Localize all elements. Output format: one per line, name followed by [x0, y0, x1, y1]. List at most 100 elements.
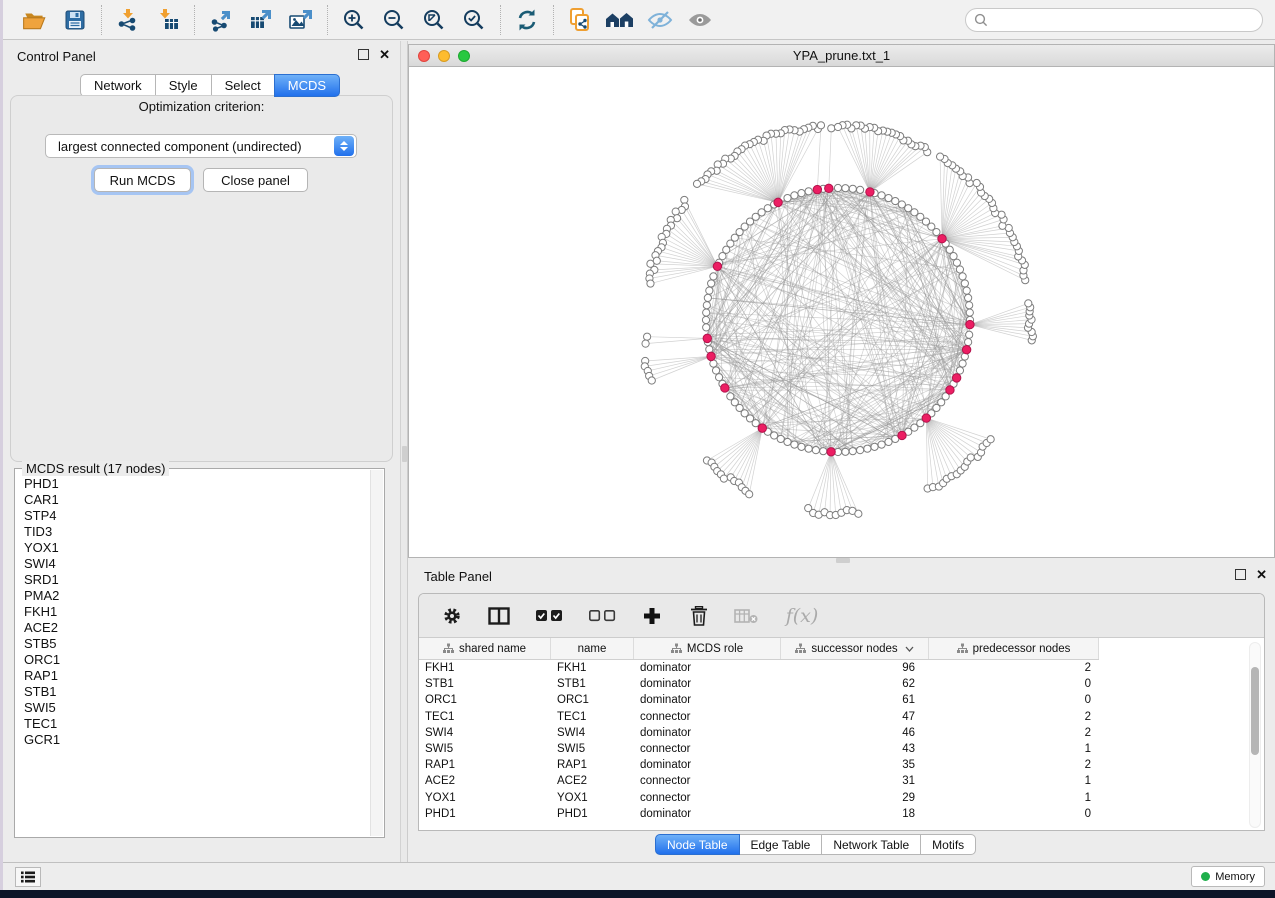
mcds-result-item[interactable]: SWI5: [16, 699, 369, 715]
graph-leaf-node[interactable]: [855, 510, 862, 517]
deselect-all-checkboxes-icon[interactable]: [586, 603, 618, 629]
graph-ring-node[interactable]: [703, 324, 710, 331]
close-panel-icon[interactable]: ✕: [1256, 569, 1267, 580]
graph-ring-node[interactable]: [805, 445, 812, 452]
graph-ring-node[interactable]: [771, 432, 778, 439]
graph-ring-node[interactable]: [798, 443, 805, 450]
graph-ring-node[interactable]: [719, 253, 726, 260]
graph-ring-node[interactable]: [820, 448, 827, 455]
graph-ring-node[interactable]: [703, 302, 710, 309]
table-row[interactable]: SWI4SWI4dominator462: [419, 725, 1264, 741]
graph-ring-node[interactable]: [878, 441, 885, 448]
column-header-name[interactable]: name: [551, 638, 634, 659]
table-row[interactable]: FKH1FKH1dominator962: [419, 660, 1264, 676]
graph-ring-node[interactable]: [857, 186, 864, 193]
graph-hub-node[interactable]: [758, 424, 766, 432]
graph-hub-node[interactable]: [813, 185, 821, 193]
graph-ring-node[interactable]: [715, 374, 722, 381]
graph-ring-node[interactable]: [784, 438, 791, 445]
graph-ring-node[interactable]: [704, 294, 711, 301]
graph-ring-node[interactable]: [959, 360, 966, 367]
column-settings-icon[interactable]: [439, 603, 465, 629]
task-history-button[interactable]: [15, 867, 41, 887]
mcds-result-item[interactable]: CAR1: [16, 491, 369, 507]
graph-ring-node[interactable]: [878, 192, 885, 199]
graph-ring-node[interactable]: [963, 287, 970, 294]
graph-ring-node[interactable]: [959, 273, 966, 280]
mcds-result-item[interactable]: ACE2: [16, 619, 369, 635]
vertical-splitter[interactable]: [400, 41, 408, 862]
network-window-titlebar[interactable]: YPA_prune.txt_1: [408, 44, 1275, 66]
table-row[interactable]: RAP1RAP1dominator352: [419, 757, 1264, 773]
graph-ring-node[interactable]: [703, 309, 710, 316]
mcds-result-item[interactable]: RAP1: [16, 667, 369, 683]
tab-network-table[interactable]: Network Table: [821, 834, 921, 855]
graph-ring-node[interactable]: [805, 188, 812, 195]
show-all-icon[interactable]: [682, 4, 718, 36]
graph-ring-node[interactable]: [708, 280, 715, 287]
export-table-icon[interactable]: [243, 4, 279, 36]
tab-style[interactable]: Style: [155, 74, 212, 97]
graph-leaf-node[interactable]: [693, 180, 700, 187]
column-header-mcds-role[interactable]: MCDS role: [634, 638, 781, 659]
graph-hub-node[interactable]: [713, 262, 721, 270]
graph-ring-node[interactable]: [956, 266, 963, 273]
mcds-result-item[interactable]: TEC1: [16, 715, 369, 731]
mcds-result-item[interactable]: STP4: [16, 507, 369, 523]
graph-ring-node[interactable]: [871, 443, 878, 450]
graph-leaf-node[interactable]: [834, 123, 841, 130]
mcds-result-item[interactable]: SRD1: [16, 571, 369, 587]
graph-hub-node[interactable]: [827, 448, 835, 456]
graph-ring-node[interactable]: [966, 331, 973, 338]
graph-hub-node[interactable]: [898, 431, 906, 439]
table-row[interactable]: STB1STB1dominator620: [419, 676, 1264, 692]
graph-ring-node[interactable]: [885, 194, 892, 201]
float-panel-icon[interactable]: [1235, 569, 1246, 580]
graph-ring-node[interactable]: [752, 420, 759, 427]
export-network-icon[interactable]: [203, 4, 239, 36]
memory-button[interactable]: Memory: [1191, 866, 1265, 887]
mcds-result-item[interactable]: STB1: [16, 683, 369, 699]
run-mcds-button[interactable]: Run MCDS: [94, 168, 191, 192]
graph-ring-node[interactable]: [777, 435, 784, 442]
clone-network-icon[interactable]: [562, 4, 598, 36]
graph-hub-node[interactable]: [962, 345, 970, 353]
optimization-criterion-dropdown[interactable]: largest connected component (undirected): [45, 134, 357, 158]
graph-hub-node[interactable]: [938, 235, 946, 243]
graph-ring-node[interactable]: [965, 339, 972, 346]
zoom-fit-icon[interactable]: [416, 4, 452, 36]
graph-hub-node[interactable]: [966, 320, 974, 328]
graph-hub-node[interactable]: [707, 352, 715, 360]
delete-column-icon[interactable]: [686, 603, 712, 629]
graph-hub-node[interactable]: [774, 198, 782, 206]
graph-ring-node[interactable]: [857, 447, 864, 454]
tab-edge-table[interactable]: Edge Table: [739, 834, 823, 855]
search-box[interactable]: [965, 8, 1263, 32]
graph-leaf-node[interactable]: [642, 340, 649, 347]
column-header-shared-name[interactable]: shared name: [419, 638, 551, 659]
mcds-result-item[interactable]: TID3: [16, 523, 369, 539]
graph-hub-node[interactable]: [721, 384, 729, 392]
graph-ring-node[interactable]: [702, 316, 709, 323]
graph-leaf-node[interactable]: [828, 125, 835, 132]
graph-ring-node[interactable]: [956, 367, 963, 374]
graph-ring-node[interactable]: [849, 185, 856, 192]
tab-motifs[interactable]: Motifs: [920, 834, 976, 855]
mcds-list-scrollbar[interactable]: [370, 470, 383, 836]
graph-leaf-node[interactable]: [936, 153, 943, 160]
column-header-predecessor-nodes[interactable]: predecessor nodes: [929, 638, 1099, 659]
graph-ring-node[interactable]: [961, 280, 968, 287]
table-row[interactable]: PHD1PHD1dominator180: [419, 806, 1264, 822]
select-all-checkboxes-icon[interactable]: [533, 603, 565, 629]
column-header-successor-nodes[interactable]: successor nodes: [781, 638, 929, 659]
search-input[interactable]: [988, 13, 1254, 27]
split-columns-icon[interactable]: [486, 603, 512, 629]
graph-ring-node[interactable]: [784, 194, 791, 201]
table-row[interactable]: TEC1TEC1connector472: [419, 709, 1264, 725]
close-panel-button[interactable]: Close panel: [203, 168, 308, 192]
mcds-result-item[interactable]: PMA2: [16, 587, 369, 603]
mcds-result-item[interactable]: ORC1: [16, 651, 369, 667]
save-session-icon[interactable]: [57, 4, 93, 36]
graph-ring-node[interactable]: [953, 259, 960, 266]
graph-ring-node[interactable]: [892, 197, 899, 204]
